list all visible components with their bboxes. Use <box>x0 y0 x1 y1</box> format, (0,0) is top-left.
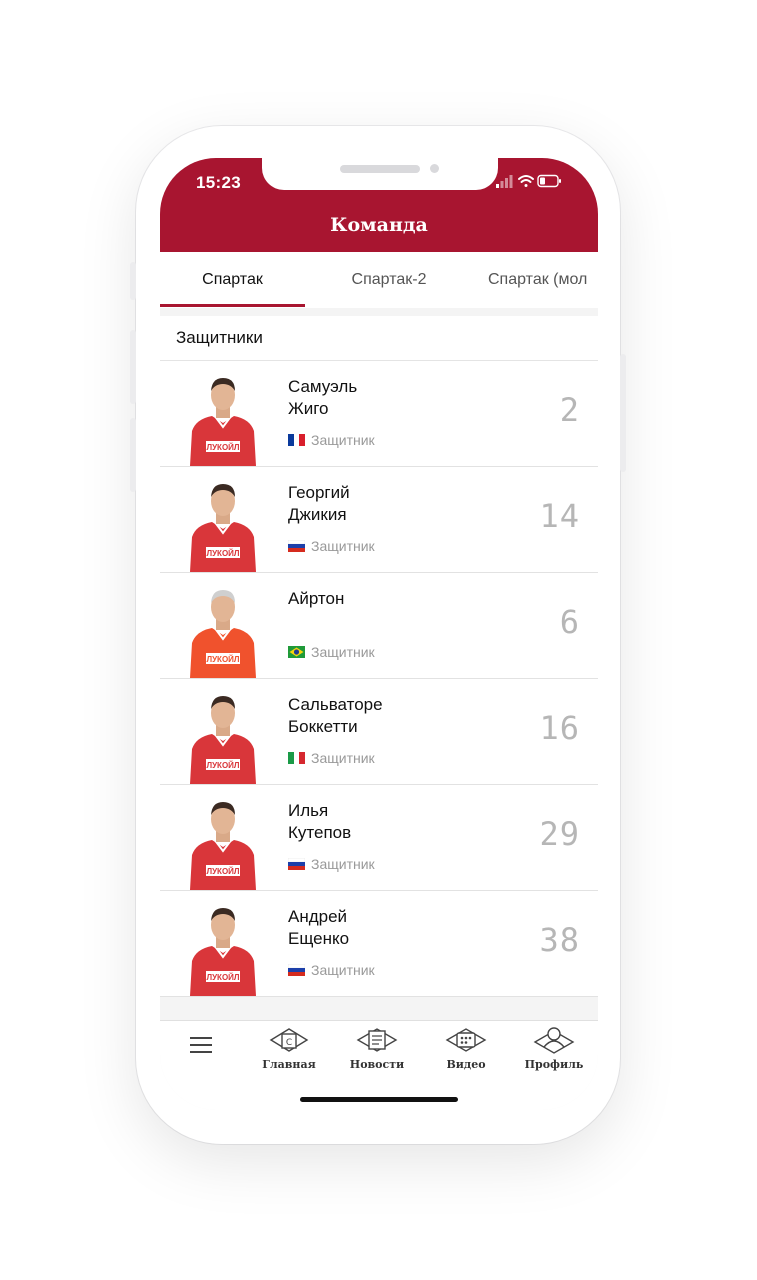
player-first-name: Илья <box>288 801 329 820</box>
sponsor-text: ЛУКОЙЛ <box>206 655 239 664</box>
app-screen: 15:23 Команда Спартак Спартак-2 Спартак … <box>160 158 598 1110</box>
player-first-name: Сальваторе <box>288 695 383 714</box>
tab-spartak[interactable]: Спартак <box>160 252 305 308</box>
player-first-name: Георгий <box>288 483 350 502</box>
news-icon <box>356 1028 398 1052</box>
player-position: Защитник <box>311 538 375 554</box>
nav-label: Профиль <box>524 1058 584 1071</box>
hamburger-icon[interactable] <box>190 1037 212 1055</box>
player-position: Защитник <box>311 856 375 872</box>
home-indicator <box>300 1097 458 1102</box>
section-title: Защитники <box>176 328 263 347</box>
page-title: Команда <box>330 214 428 236</box>
flag-france-icon <box>288 434 305 446</box>
player-last-name: Боккетти <box>288 717 358 736</box>
nav-label: Новости <box>349 1058 405 1071</box>
flag-russia-icon <box>288 858 305 870</box>
profile-icon <box>533 1027 575 1054</box>
sponsor-text: ЛУКОЙЛ <box>206 973 239 982</box>
player-last-name: Кутепов <box>288 823 352 842</box>
player-number: 6 <box>559 603 580 641</box>
nav-label: Главная <box>262 1058 316 1071</box>
cellular-signal-icon <box>496 175 513 188</box>
phone-frame: 15:23 Команда Спартак Спартак-2 Спартак … <box>130 126 626 1144</box>
nav-home[interactable]: С Главная <box>253 1025 325 1071</box>
wifi-icon <box>518 175 534 187</box>
status-icons <box>496 174 561 188</box>
nav-profile[interactable]: Профиль <box>518 1025 590 1071</box>
player-row[interactable]: ЛУКОЙЛ Сальваторе Боккетти Защитник 16 <box>160 679 598 785</box>
player-position: Защитник <box>311 962 375 978</box>
player-row[interactable]: ЛУКОЙЛ Георгий Джикия Защитник 14 <box>160 467 598 573</box>
player-position: Защитник <box>311 432 375 448</box>
video-icon <box>445 1028 487 1052</box>
sponsor-text: ЛУКОЙЛ <box>206 443 239 452</box>
player-number: 16 <box>539 709 580 747</box>
flag-russia-icon <box>288 540 305 552</box>
flag-brazil-icon <box>288 646 305 658</box>
volume-up-button <box>130 330 136 404</box>
mute-switch <box>130 262 136 300</box>
nav-label: Видео <box>446 1058 486 1071</box>
player-row[interactable]: ЛУКОЙЛ Айртон Защитник 6 <box>160 573 598 679</box>
sponsor-text: ЛУКОЙЛ <box>206 761 239 770</box>
player-photo: ЛУКОЙЛ <box>190 590 256 678</box>
player-photo: ЛУКОЙЛ <box>190 696 256 784</box>
player-photo: ЛУКОЙЛ <box>190 802 256 890</box>
player-number: 38 <box>539 921 580 959</box>
team-tabs: Спартак Спартак-2 Спартак (мол <box>160 252 598 308</box>
player-number: 2 <box>559 391 580 429</box>
player-last-name: Ещенко <box>288 929 350 948</box>
tab-spartak-youth[interactable]: Спартак (мол <box>478 252 598 308</box>
player-number: 29 <box>539 815 580 853</box>
speaker-grille <box>340 165 420 173</box>
player-position: Защитник <box>311 644 375 660</box>
svg-text:С: С <box>286 1038 292 1048</box>
player-first-name: Самуэль <box>288 377 358 396</box>
player-list: ЛУКОЙЛ Самуэль Жиго Защитник 2 ЛУКОЙЛ Ге… <box>160 361 598 997</box>
sponsor-text: ЛУКОЙЛ <box>206 867 239 876</box>
player-first-name: Айртон <box>288 589 345 608</box>
battery-icon <box>537 174 561 188</box>
player-row[interactable]: ЛУКОЙЛ Илья Кутепов Защитник 29 <box>160 785 598 891</box>
app-header: 15:23 Команда <box>160 158 598 252</box>
sponsor-text: ЛУКОЙЛ <box>206 549 239 558</box>
tab-spartak-2[interactable]: Спартак-2 <box>315 252 463 308</box>
flag-italy-icon <box>288 752 305 764</box>
player-position: Защитник <box>311 750 375 766</box>
player-photo: ЛУКОЙЛ <box>190 484 256 572</box>
nav-video[interactable]: Видео <box>430 1025 502 1071</box>
device-notch <box>262 158 498 190</box>
status-time: 15:23 <box>196 173 241 192</box>
active-tab-indicator <box>160 304 305 307</box>
power-button <box>620 354 626 472</box>
player-row[interactable]: ЛУКОЙЛ Самуэль Жиго Защитник 2 <box>160 361 598 467</box>
player-photo: ЛУКОЙЛ <box>190 908 256 996</box>
player-last-name: Жиго <box>288 399 329 418</box>
volume-down-button <box>130 418 136 492</box>
player-number: 14 <box>539 497 580 535</box>
player-photo: ЛУКОЙЛ <box>190 378 256 466</box>
player-row[interactable]: ЛУКОЙЛ Андрей Ещенко Защитник 38 <box>160 891 598 997</box>
section-header: Защитники <box>160 316 598 361</box>
player-last-name: Джикия <box>288 505 347 524</box>
flag-russia-icon <box>288 964 305 976</box>
player-first-name: Андрей <box>288 907 348 926</box>
nav-news[interactable]: Новости <box>341 1025 413 1071</box>
home-icon: С <box>269 1028 309 1052</box>
bottom-navigation: С Главная Новости Видео Профиль <box>160 1020 598 1110</box>
front-camera <box>430 164 439 173</box>
